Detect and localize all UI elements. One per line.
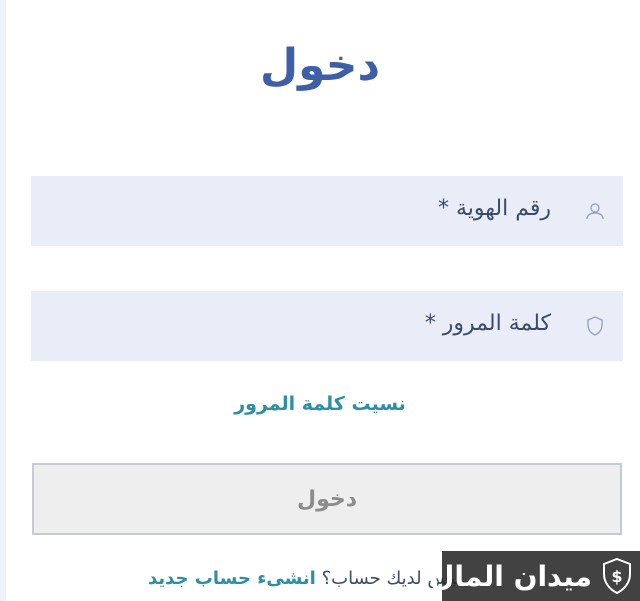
page-title: دخول: [259, 40, 381, 91]
shield-icon: [583, 314, 607, 338]
create-account-link[interactable]: انشىء حساب جديد: [148, 568, 316, 589]
password-placeholder: كلمة المرور *: [424, 311, 551, 336]
forgot-password-container: نسيت كلمة المرور: [0, 393, 640, 415]
id-number-field[interactable]: رقم الهوية *: [31, 176, 623, 246]
watermark-text: ميدان المال: [430, 559, 592, 593]
id-number-placeholder: رقم الهوية *: [437, 196, 551, 221]
login-button[interactable]: دخول: [32, 463, 622, 535]
user-icon: [583, 199, 607, 223]
signup-prompt-row: ليس لديك حساب؟ انشىء حساب جديد: [148, 568, 461, 589]
svg-text:$: $: [611, 567, 622, 586]
forgot-password-link[interactable]: نسيت كلمة المرور: [234, 393, 406, 415]
watermark-logo-icon: $: [600, 557, 634, 595]
password-field[interactable]: كلمة المرور *: [31, 291, 623, 361]
watermark-overlay: $ ميدان المال: [430, 551, 640, 601]
